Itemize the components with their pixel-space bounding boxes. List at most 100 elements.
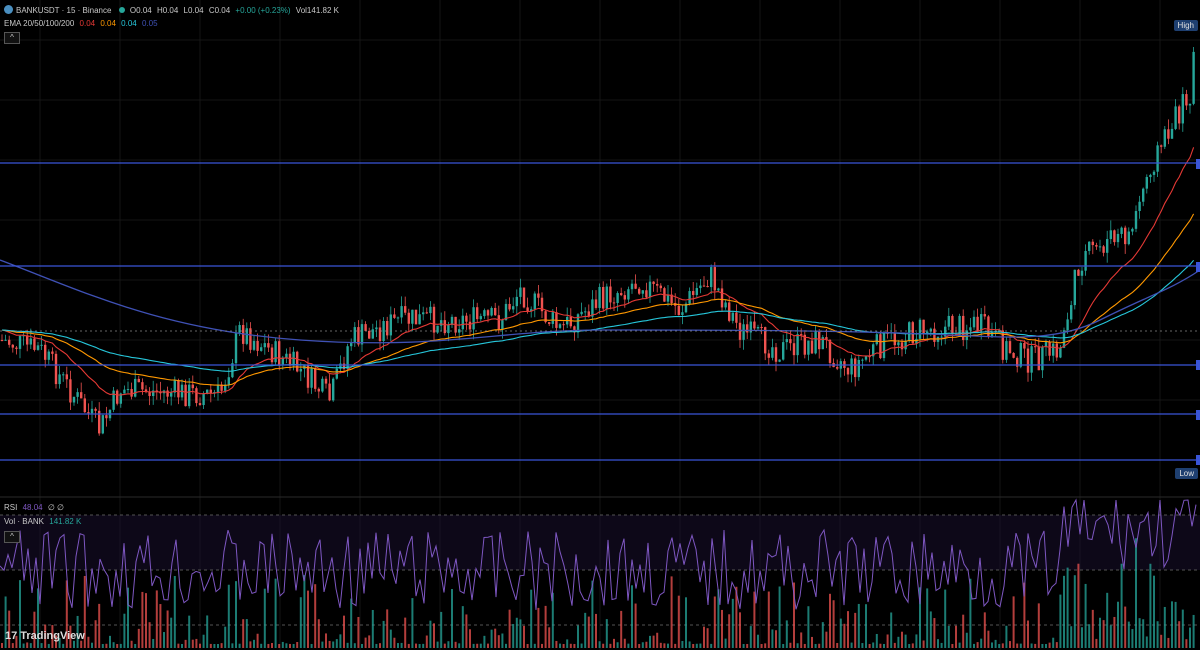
hline-handle-4[interactable] bbox=[1196, 410, 1200, 420]
candle-body bbox=[1084, 250, 1087, 271]
volume-bar bbox=[1063, 575, 1065, 648]
volume-bar bbox=[746, 643, 749, 648]
candle-body bbox=[814, 331, 817, 354]
volume-bar bbox=[847, 611, 849, 648]
volume-bar bbox=[353, 643, 356, 648]
candle-body bbox=[692, 291, 695, 295]
hline-handle-1[interactable] bbox=[1196, 159, 1200, 169]
candle-body bbox=[360, 324, 364, 345]
candle-body bbox=[1077, 269, 1080, 276]
candle-body bbox=[65, 374, 68, 380]
volume-bar bbox=[1066, 567, 1069, 648]
candle-body bbox=[425, 312, 428, 314]
volume-bar bbox=[515, 617, 518, 648]
volume-bar bbox=[814, 643, 817, 648]
volume-bar bbox=[292, 644, 295, 648]
volume-bar bbox=[706, 628, 709, 648]
volume-bar bbox=[767, 591, 770, 648]
volume-bar bbox=[638, 643, 641, 648]
volume-bar bbox=[785, 620, 788, 648]
volume-bar bbox=[947, 625, 950, 648]
candle-body bbox=[1138, 201, 1141, 212]
candle-body bbox=[861, 359, 864, 361]
volume-bar bbox=[1005, 625, 1008, 648]
market-status-icon bbox=[118, 7, 125, 13]
candle-body bbox=[1188, 103, 1192, 106]
volume-bar bbox=[1192, 614, 1195, 648]
rsi-legend[interactable]: RSI 48.04 ∅ ∅ bbox=[4, 503, 67, 513]
candle-body bbox=[627, 289, 630, 300]
volume-bar bbox=[1135, 538, 1137, 648]
candle-body bbox=[317, 388, 320, 392]
volume-bar bbox=[933, 618, 936, 648]
collapse-legend-button[interactable]: ^ bbox=[4, 32, 20, 44]
volume-bar bbox=[940, 642, 943, 648]
candle-body bbox=[33, 338, 36, 350]
volume-bar bbox=[497, 635, 500, 648]
symbol-icon bbox=[4, 5, 13, 14]
candle-body bbox=[900, 342, 904, 350]
volume-bar bbox=[555, 640, 558, 648]
candle-body bbox=[1102, 246, 1105, 253]
candle-body bbox=[490, 307, 493, 316]
volume-bar bbox=[1012, 596, 1015, 648]
volume-bar bbox=[634, 603, 637, 648]
hline-handle-3[interactable] bbox=[1196, 360, 1200, 370]
volume-bar bbox=[400, 642, 403, 648]
volume-bar bbox=[775, 630, 777, 648]
volume-bar bbox=[134, 643, 137, 648]
volume-bar bbox=[962, 614, 965, 648]
candle-body bbox=[1066, 319, 1069, 331]
candle-body bbox=[857, 359, 860, 378]
volume-bar bbox=[105, 643, 108, 648]
candle-body bbox=[522, 287, 526, 308]
ema-legend[interactable]: EMA 20/50/100/200 0.04 0.04 0.04 0.05 bbox=[4, 19, 161, 29]
volume-bar bbox=[584, 612, 587, 648]
volume-bar bbox=[857, 603, 860, 648]
volume-bar bbox=[789, 642, 792, 648]
volume-bar bbox=[339, 634, 342, 648]
candle-body bbox=[386, 321, 389, 336]
volume-bar bbox=[213, 643, 216, 648]
hline-handle-2[interactable] bbox=[1196, 262, 1200, 272]
volume-bar bbox=[818, 643, 821, 648]
ema20-value: 0.04 bbox=[79, 19, 96, 28]
collapse-pane-button[interactable]: ^ bbox=[4, 531, 20, 543]
volume-bar bbox=[929, 611, 932, 648]
volume-bar bbox=[238, 643, 241, 648]
candle-body bbox=[792, 343, 796, 356]
volume-bar bbox=[937, 639, 939, 648]
candle-body bbox=[440, 320, 443, 326]
candle-body bbox=[897, 342, 900, 346]
candle-body bbox=[184, 384, 187, 407]
candle-body bbox=[375, 327, 378, 330]
candle-body bbox=[807, 340, 810, 355]
candle-body bbox=[976, 316, 979, 331]
volume-bar bbox=[544, 605, 547, 648]
volume-bar bbox=[112, 642, 115, 648]
volume-bar bbox=[1189, 627, 1191, 648]
candle-body bbox=[1048, 341, 1051, 356]
candle-body bbox=[526, 307, 529, 311]
volume-bar bbox=[1081, 627, 1083, 648]
volume-legend[interactable]: Vol · BANK 141.82 K bbox=[4, 517, 84, 527]
volume-bar bbox=[26, 642, 29, 648]
price-chart[interactable] bbox=[0, 0, 1200, 650]
volume-bar bbox=[598, 641, 601, 648]
volume-bar bbox=[1045, 644, 1047, 648]
volume-bar bbox=[595, 613, 597, 648]
volume-bar bbox=[321, 641, 324, 648]
candle-body bbox=[198, 403, 202, 406]
candle-body bbox=[656, 284, 659, 286]
volume-bar bbox=[757, 634, 759, 648]
volume-bar bbox=[1030, 643, 1033, 648]
volume-bar bbox=[908, 643, 911, 648]
hline-handle-5[interactable] bbox=[1196, 455, 1200, 465]
volume-bar bbox=[811, 636, 813, 648]
candle-body bbox=[296, 351, 299, 372]
volume-bar bbox=[677, 595, 680, 648]
volume-bar bbox=[782, 643, 785, 648]
candle-body bbox=[548, 322, 551, 324]
volume-bar bbox=[530, 589, 533, 648]
candle-body bbox=[432, 306, 436, 333]
